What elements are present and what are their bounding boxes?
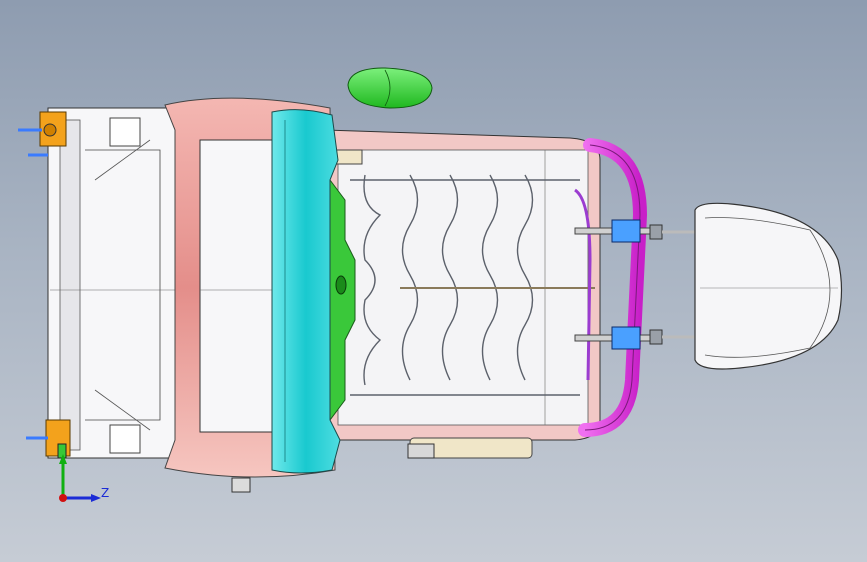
cad-model-canvas[interactable]: [0, 0, 867, 562]
headrest-knob[interactable]: [347, 67, 433, 109]
axis-triad: [59, 454, 101, 502]
side-rail[interactable]: [407, 437, 533, 459]
cad-viewport[interactable]: Z: [0, 0, 867, 562]
triad-x-axis: [59, 494, 67, 502]
recliner-right[interactable]: [26, 419, 71, 459]
seat-cushion-front[interactable]: [271, 109, 341, 474]
headrest[interactable]: [694, 202, 843, 370]
triad-z-label: Z: [101, 486, 110, 500]
seat-pan-frame[interactable]: [324, 129, 601, 441]
